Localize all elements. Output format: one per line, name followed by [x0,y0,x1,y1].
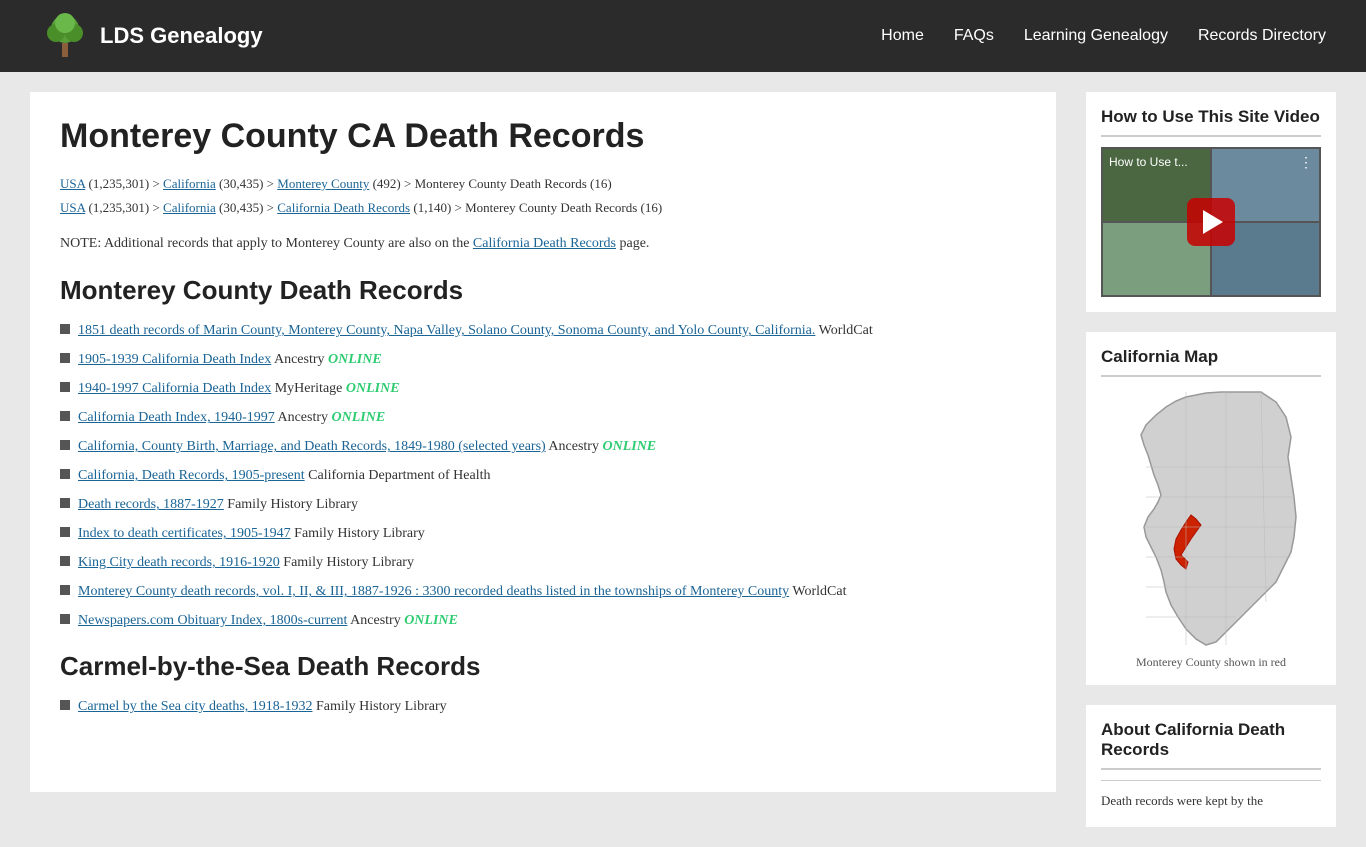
bullet-icon [60,585,70,595]
record-link[interactable]: California, County Birth, Marriage, and … [78,439,546,454]
record-link[interactable]: 1940-1997 California Death Index [78,381,271,396]
list-item: 1940-1997 California Death Index MyHerit… [60,378,1026,399]
breadcrumb-california-2[interactable]: California [163,200,216,215]
list-item: 1905-1939 California Death Index Ancestr… [60,349,1026,370]
california-map-svg [1106,387,1316,647]
breadcrumb-ca-death-records[interactable]: California Death Records [277,200,410,215]
list-item: King City death records, 1916-1920 Famil… [60,552,1026,573]
content-area: Monterey County CA Death Records USA (1,… [30,92,1056,792]
record-link[interactable]: California, Death Records, 1905-present [78,468,305,483]
logo-tree-icon [40,11,90,61]
record-link[interactable]: King City death records, 1916-1920 [78,555,280,570]
play-triangle-icon [1203,210,1223,234]
breadcrumb-2: USA (1,235,301) > California (30,435) > … [60,198,1026,218]
online-badge: ONLINE [346,381,400,396]
list-item: Newspapers.com Obituary Index, 1800s-cur… [60,610,1026,631]
nav-records-directory[interactable]: Records Directory [1198,22,1326,50]
record-link[interactable]: 1905-1939 California Death Index [78,352,271,367]
nav-learning-genealogy[interactable]: Learning Genealogy [1024,22,1168,50]
list-item: Monterey County death records, vol. I, I… [60,581,1026,602]
record-link[interactable]: Death records, 1887-1927 [78,497,224,512]
bullet-icon [60,469,70,479]
record-link[interactable]: Newspapers.com Obituary Index, 1800s-cur… [78,613,347,628]
list-item: Carmel by the Sea city deaths, 1918-1932… [60,696,1026,717]
breadcrumb-usa-2[interactable]: USA [60,200,85,215]
breadcrumb-california-1[interactable]: California [163,176,216,191]
list-item: Death records, 1887-1927 Family History … [60,494,1026,515]
list-item: 1851 death records of Marin County, Mont… [60,320,1026,341]
sidebar-about-section: About California Death Records Death rec… [1086,705,1336,827]
page-wrapper: Monterey County CA Death Records USA (1,… [0,72,1366,847]
nav-home[interactable]: Home [881,22,924,50]
online-badge: ONLINE [602,439,656,454]
note-text: NOTE: Additional records that apply to M… [60,233,1026,255]
bullet-icon [60,700,70,710]
video-overlay [1101,147,1321,297]
section-title-monterey: Monterey County Death Records [60,275,1026,306]
bullet-icon [60,498,70,508]
online-badge: ONLINE [328,352,382,367]
record-link[interactable]: California Death Index, 1940-1997 [78,410,275,425]
video-thumbnail[interactable]: How to Use t... ⋮ [1101,147,1321,297]
list-item: Index to death certificates, 1905-1947 F… [60,523,1026,544]
play-button[interactable] [1187,198,1235,246]
ca-map-container: Monterey County shown in red [1101,387,1321,670]
bullet-icon [60,382,70,392]
ca-death-records-link[interactable]: California Death Records [473,236,616,251]
record-link[interactable]: 1851 death records of Marin County, Mont… [78,323,815,338]
online-badge: ONLINE [332,410,386,425]
bullet-icon [60,324,70,334]
site-header: LDS Genealogy Home FAQs Learning Genealo… [0,0,1366,72]
bullet-icon [60,527,70,537]
breadcrumb-usa-1[interactable]: USA [60,176,85,191]
sidebar-about-title: About California Death Records [1101,720,1321,770]
main-nav: Home FAQs Learning Genealogy Records Dir… [881,22,1326,50]
sidebar-video-section: How to Use This Site Video How to Use t.… [1086,92,1336,312]
sidebar-video-title: How to Use This Site Video [1101,107,1321,137]
bullet-icon [60,556,70,566]
main-layout: Monterey County CA Death Records USA (1,… [30,92,1336,827]
bullet-icon [60,440,70,450]
carmel-records-list: Carmel by the Sea city deaths, 1918-1932… [60,696,1026,717]
sidebar-divider [1101,780,1321,781]
sidebar: How to Use This Site Video How to Use t.… [1086,92,1336,827]
breadcrumb-1: USA (1,235,301) > California (30,435) > … [60,174,1026,194]
record-link[interactable]: Index to death certificates, 1905-1947 [78,526,291,541]
list-item: California, County Birth, Marriage, and … [60,436,1026,457]
map-caption: Monterey County shown in red [1136,655,1286,670]
record-link[interactable]: Carmel by the Sea city deaths, 1918-1932 [78,699,312,714]
bullet-icon [60,353,70,363]
sidebar-map-title: California Map [1101,347,1321,377]
online-badge: ONLINE [404,613,458,628]
logo-text: LDS Genealogy [100,23,263,49]
nav-faqs[interactable]: FAQs [954,22,994,50]
about-text: Death records were kept by the [1101,791,1321,812]
list-item: California, Death Records, 1905-present … [60,465,1026,486]
bullet-icon [60,411,70,421]
page-title: Monterey County CA Death Records [60,117,1026,156]
sidebar-map-section: California Map [1086,332,1336,685]
list-item: California Death Index, 1940-1997 Ancest… [60,407,1026,428]
logo-area[interactable]: LDS Genealogy [40,11,263,61]
section-title-carmel: Carmel-by-the-Sea Death Records [60,651,1026,682]
bullet-icon [60,614,70,624]
monterey-records-list: 1851 death records of Marin County, Mont… [60,320,1026,631]
breadcrumb-monterey-1[interactable]: Monterey County [277,176,369,191]
record-link[interactable]: Monterey County death records, vol. I, I… [78,584,789,599]
